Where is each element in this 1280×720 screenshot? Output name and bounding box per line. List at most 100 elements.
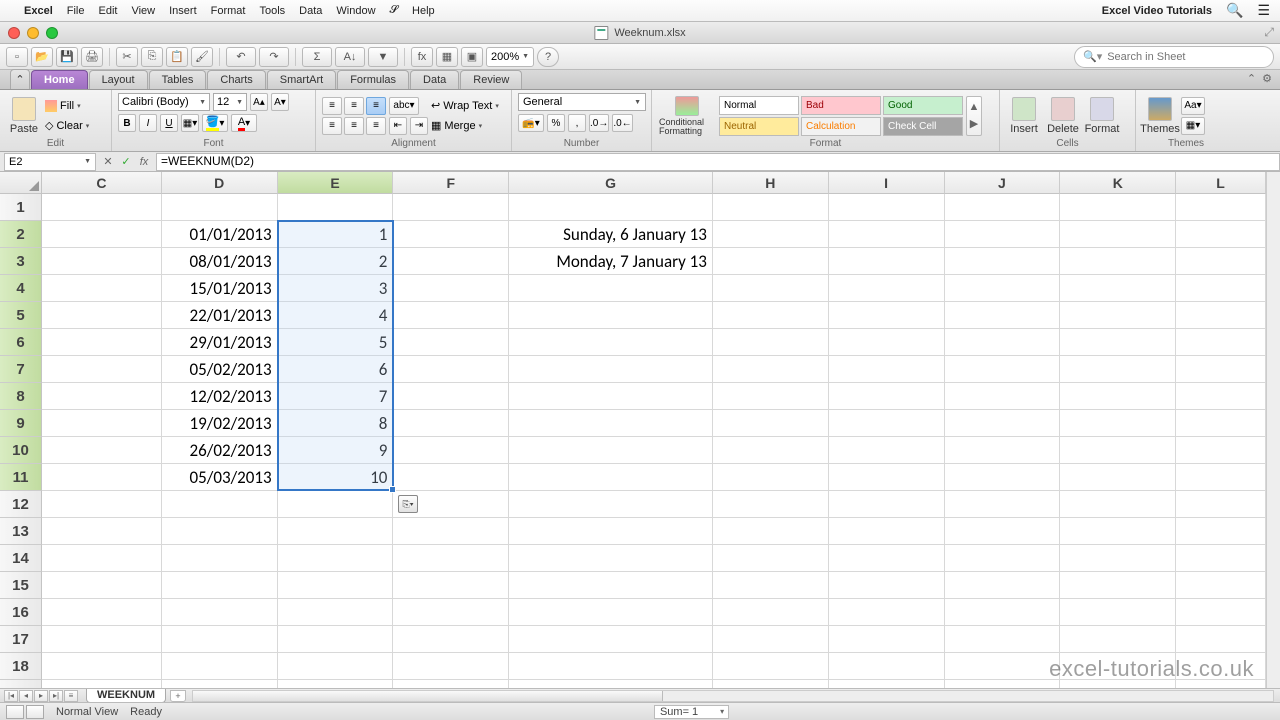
cell-L8[interactable] bbox=[1176, 383, 1266, 410]
cell-F5[interactable] bbox=[393, 302, 509, 329]
cell-E1[interactable] bbox=[278, 194, 394, 221]
cell-L16[interactable] bbox=[1176, 599, 1266, 626]
cell-I7[interactable] bbox=[829, 356, 945, 383]
cell-D7[interactable]: 05/02/2013 bbox=[162, 356, 278, 383]
cell-D11[interactable]: 05/03/2013 bbox=[162, 464, 278, 491]
cell-L17[interactable] bbox=[1176, 626, 1266, 653]
align-bottom-button[interactable]: ≡ bbox=[366, 97, 386, 115]
cell-J4[interactable] bbox=[945, 275, 1061, 302]
cell-F1[interactable] bbox=[393, 194, 509, 221]
cell-D1[interactable] bbox=[162, 194, 278, 221]
cell-L9[interactable] bbox=[1176, 410, 1266, 437]
cell-C14[interactable] bbox=[42, 545, 162, 572]
menu-help[interactable]: Help bbox=[412, 5, 435, 17]
cell-H16[interactable] bbox=[713, 599, 829, 626]
format-painter-button[interactable]: 🖌 bbox=[191, 47, 213, 67]
cell-G13[interactable] bbox=[509, 518, 713, 545]
horizontal-scrollbar[interactable] bbox=[192, 690, 1274, 702]
cell-F2[interactable] bbox=[393, 221, 509, 248]
align-center-button[interactable]: ≡ bbox=[344, 117, 364, 135]
font-color-button[interactable]: A▾ bbox=[231, 114, 257, 132]
cell-K12[interactable] bbox=[1060, 491, 1176, 518]
tab-smartart[interactable]: SmartArt bbox=[267, 70, 336, 89]
redo-button[interactable]: ↷ bbox=[259, 47, 289, 67]
cell-K16[interactable] bbox=[1060, 599, 1176, 626]
align-right-button[interactable]: ≡ bbox=[366, 117, 386, 135]
cell-E2[interactable]: 1 bbox=[278, 221, 394, 248]
print-button[interactable]: 🖨 bbox=[81, 47, 103, 67]
cell-H9[interactable] bbox=[713, 410, 829, 437]
cell-E16[interactable] bbox=[278, 599, 394, 626]
cell-I6[interactable] bbox=[829, 329, 945, 356]
cell-D2[interactable]: 01/01/2013 bbox=[162, 221, 278, 248]
tab-review[interactable]: Review bbox=[460, 70, 522, 89]
format-cells-button[interactable]: Format bbox=[1084, 95, 1120, 137]
row-header-12[interactable]: 12 bbox=[0, 491, 42, 518]
menu-insert[interactable]: Insert bbox=[169, 5, 197, 17]
cell-L15[interactable] bbox=[1176, 572, 1266, 599]
cell-G1[interactable] bbox=[509, 194, 713, 221]
window-zoom-button[interactable] bbox=[46, 27, 58, 39]
cell-I17[interactable] bbox=[829, 626, 945, 653]
cell-G14[interactable] bbox=[509, 545, 713, 572]
paste-big-button[interactable]: Paste bbox=[6, 95, 42, 137]
cell-F9[interactable] bbox=[393, 410, 509, 437]
row-header-14[interactable]: 14 bbox=[0, 545, 42, 572]
cell-I8[interactable] bbox=[829, 383, 945, 410]
cell-E17[interactable] bbox=[278, 626, 394, 653]
cell-L6[interactable] bbox=[1176, 329, 1266, 356]
cell-G9[interactable] bbox=[509, 410, 713, 437]
style-bad[interactable]: Bad bbox=[801, 96, 881, 115]
toolbox-button[interactable]: ▦ bbox=[436, 47, 458, 67]
comma-button[interactable]: , bbox=[568, 114, 586, 132]
merge-button[interactable]: ▦Merge▾ bbox=[431, 117, 499, 135]
cell-K13[interactable] bbox=[1060, 518, 1176, 545]
cell-H15[interactable] bbox=[713, 572, 829, 599]
cell-D3[interactable]: 08/01/2013 bbox=[162, 248, 278, 275]
cell-F14[interactable] bbox=[393, 545, 509, 572]
style-neutral[interactable]: Neutral bbox=[719, 117, 799, 136]
cell-F3[interactable] bbox=[393, 248, 509, 275]
font-name-selector[interactable]: Calibri (Body)▼ bbox=[118, 93, 210, 111]
menu-window[interactable]: Window bbox=[336, 5, 375, 17]
cell-J6[interactable] bbox=[945, 329, 1061, 356]
menu-data[interactable]: Data bbox=[299, 5, 322, 17]
cell-J3[interactable] bbox=[945, 248, 1061, 275]
cell-I12[interactable] bbox=[829, 491, 945, 518]
media-button[interactable]: ▣ bbox=[461, 47, 483, 67]
cell-E10[interactable]: 9 bbox=[278, 437, 394, 464]
cell-J13[interactable] bbox=[945, 518, 1061, 545]
autosum-button[interactable]: Σ bbox=[302, 47, 332, 67]
sort-button[interactable]: A↓ bbox=[335, 47, 365, 67]
cell-E8[interactable]: 7 bbox=[278, 383, 394, 410]
cell-L4[interactable] bbox=[1176, 275, 1266, 302]
status-sum[interactable]: Sum= 1 bbox=[654, 705, 729, 719]
cell-D16[interactable] bbox=[162, 599, 278, 626]
col-header-G[interactable]: G bbox=[509, 172, 713, 194]
cell-H1[interactable] bbox=[713, 194, 829, 221]
cell-H17[interactable] bbox=[713, 626, 829, 653]
row-header-13[interactable]: 13 bbox=[0, 518, 42, 545]
cell-J5[interactable] bbox=[945, 302, 1061, 329]
cut-button[interactable]: ✂ bbox=[116, 47, 138, 67]
menu-tools[interactable]: Tools bbox=[259, 5, 285, 17]
filter-button[interactable]: ▼ bbox=[368, 47, 398, 67]
cell-K2[interactable] bbox=[1060, 221, 1176, 248]
ribbon-gear-icon[interactable]: ⚙ bbox=[1262, 72, 1272, 85]
cell-G11[interactable] bbox=[509, 464, 713, 491]
cell-F17[interactable] bbox=[393, 626, 509, 653]
tab-data[interactable]: Data bbox=[410, 70, 459, 89]
col-header-F[interactable]: F bbox=[393, 172, 509, 194]
cell-G12[interactable] bbox=[509, 491, 713, 518]
menu-view[interactable]: View bbox=[131, 5, 155, 17]
align-middle-button[interactable]: ≡ bbox=[344, 97, 364, 115]
search-sheet[interactable]: 🔍▾ bbox=[1074, 46, 1274, 68]
cell-J18[interactable] bbox=[945, 653, 1061, 680]
cell-L1[interactable] bbox=[1176, 194, 1266, 221]
col-header-J[interactable]: J bbox=[945, 172, 1061, 194]
cell-G16[interactable] bbox=[509, 599, 713, 626]
formula-input[interactable]: =WEEKNUM(D2) bbox=[156, 153, 1280, 171]
cell-C9[interactable] bbox=[42, 410, 162, 437]
script-menu-icon[interactable]: 𝓢 bbox=[390, 4, 399, 17]
tab-layout[interactable]: Layout bbox=[89, 70, 148, 89]
